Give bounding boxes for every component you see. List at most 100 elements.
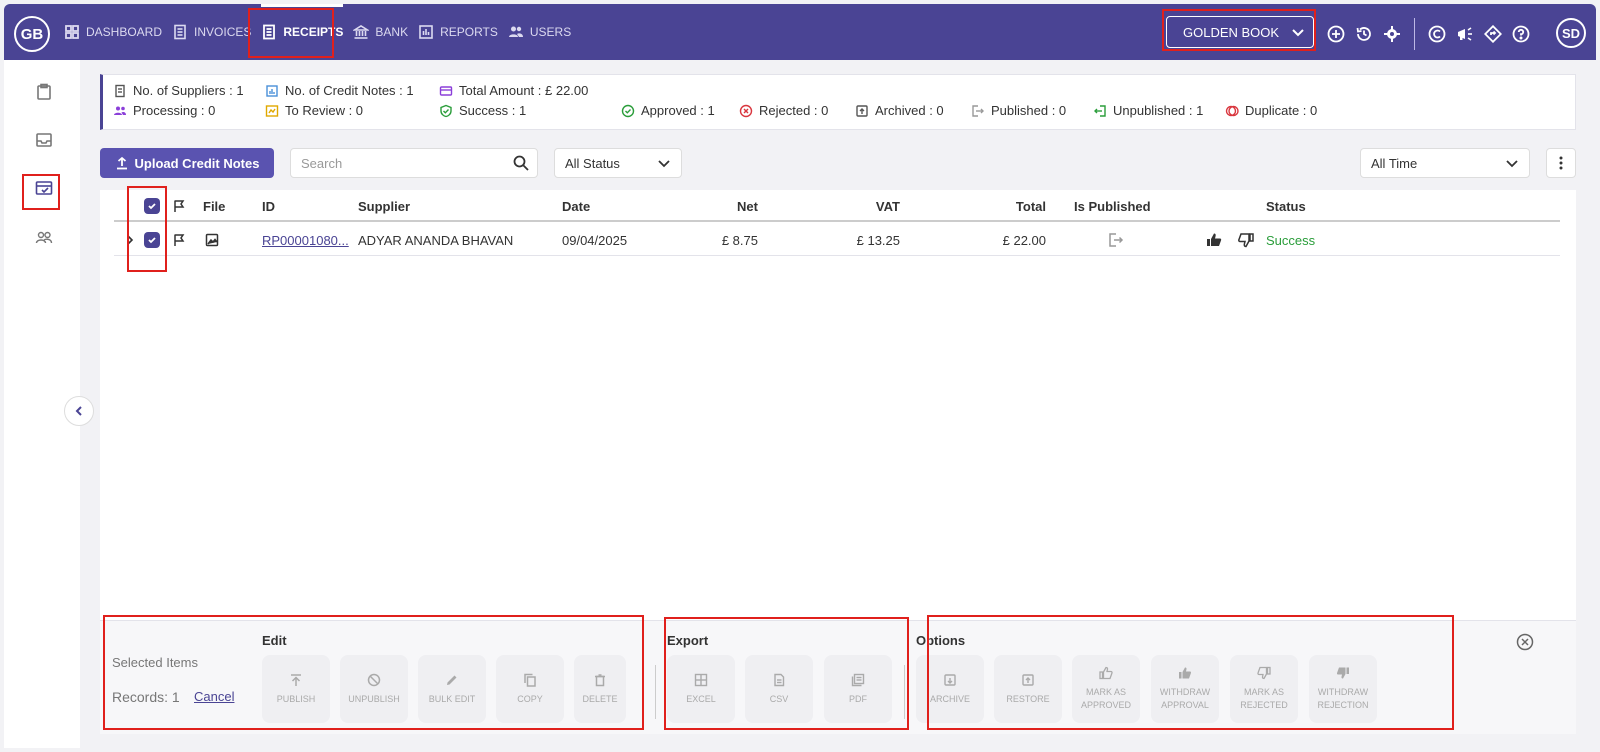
duplicate-icon	[1225, 105, 1239, 116]
close-icon[interactable]	[1516, 633, 1534, 651]
export-pdf-button[interactable]: PDF	[824, 655, 892, 723]
nav-label: DASHBOARD	[86, 25, 163, 39]
inbox-icon[interactable]	[34, 130, 54, 150]
export-excel-button[interactable]: EXCEL	[667, 655, 735, 723]
col-total[interactable]: Total	[980, 190, 1046, 222]
header-actions	[1326, 18, 1531, 50]
selected-items-label: Selected Items	[112, 655, 198, 670]
summary-panel: No. of Suppliers : 1 No. of Credit Notes…	[100, 74, 1576, 130]
unpublish-icon	[367, 673, 381, 686]
users-icon	[114, 106, 126, 115]
row-checkbox[interactable]	[144, 224, 160, 256]
summary-approved: Approved : 1	[621, 103, 715, 118]
delete-button[interactable]: DELETE	[574, 655, 626, 723]
mark-rejected-button[interactable]: MARK AS REJECTED	[1230, 655, 1298, 723]
check-icon	[148, 203, 156, 210]
restore-button[interactable]: RESTORE	[994, 655, 1062, 723]
publish-button[interactable]: PUBLISH	[262, 655, 330, 723]
company-name: GOLDEN BOOK	[1183, 24, 1280, 40]
nav-users[interactable]: USERS	[508, 4, 571, 60]
nav-bank[interactable]: BANK	[353, 4, 408, 60]
export-csv-button[interactable]: CSV	[745, 655, 813, 723]
upload-credit-notes-button[interactable]: Upload Credit Notes	[100, 148, 274, 178]
check-icon	[148, 237, 156, 244]
summary-published: Published : 0	[971, 103, 1066, 118]
col-supplier[interactable]: Supplier	[358, 190, 410, 222]
help-icon[interactable]	[1511, 24, 1531, 44]
nav-label: BANK	[375, 25, 409, 39]
user-avatar[interactable]: SD	[1556, 18, 1586, 48]
records-count: Records: 1	[112, 689, 180, 705]
more-vertical-icon	[1559, 156, 1563, 170]
more-options-button[interactable]	[1546, 148, 1576, 178]
nav-dashboard[interactable]: DASHBOARD	[64, 4, 162, 60]
expand-row-icon[interactable]	[126, 224, 134, 256]
app-logo[interactable]: GB	[14, 16, 50, 52]
archive-button[interactable]: ARCHIVE	[916, 655, 984, 723]
clipboard-icon[interactable]	[34, 82, 54, 102]
row-net: £ 8.75	[721, 232, 758, 248]
bulk-edit-button[interactable]: BULK EDIT	[418, 655, 486, 723]
thumbs-down-icon[interactable]	[1238, 224, 1254, 256]
nav-label: REPORTS	[440, 25, 498, 39]
search-icon[interactable]	[513, 155, 529, 171]
col-date[interactable]: Date	[562, 190, 590, 222]
selection-action-panel: Selected Items Records: 1 Cancel Edit PU…	[100, 620, 1576, 734]
table-row[interactable]: RP00001080... ADYAR ANANDA BHAVAN 09/04/…	[114, 224, 1560, 256]
megaphone-icon[interactable]	[1455, 24, 1475, 44]
col-is-published[interactable]: Is Published	[1074, 190, 1151, 222]
search-input[interactable]	[301, 155, 481, 171]
summary-success: Success : 1	[439, 103, 526, 118]
thumbs-up-icon[interactable]	[1206, 224, 1222, 256]
chevron-down-icon	[1292, 29, 1304, 37]
invoice-icon	[174, 24, 186, 40]
unpublish-button[interactable]: UNPUBLISH	[340, 655, 408, 723]
col-net[interactable]: Net	[688, 190, 758, 222]
group-divider	[904, 665, 905, 719]
withdraw-rejection-button[interactable]: WITHDRAW REJECTION	[1309, 655, 1377, 723]
copy-button[interactable]: COPY	[496, 655, 564, 723]
time-filter-dropdown[interactable]: All Time	[1360, 148, 1530, 178]
add-icon[interactable]	[1326, 24, 1346, 44]
gear-icon[interactable]	[1382, 24, 1402, 44]
people-icon[interactable]	[34, 228, 54, 248]
status-filter-dropdown[interactable]: All Status	[554, 148, 682, 178]
thumbs-down-icon	[1336, 667, 1349, 679]
company-dropdown[interactable]: GOLDEN BOOK	[1166, 16, 1314, 48]
withdraw-approval-button[interactable]: WITHDRAW APPROVAL	[1151, 655, 1219, 723]
nav-receipts[interactable]: RECEIPTS	[261, 4, 344, 60]
search-box	[290, 148, 538, 178]
directions-icon[interactable]	[1483, 24, 1503, 44]
image-icon[interactable]	[205, 224, 219, 256]
nav-invoices[interactable]: INVOICES	[172, 4, 251, 60]
history-icon[interactable]	[1354, 24, 1374, 44]
trash-icon	[595, 673, 605, 686]
nav-label: RECEIPTS	[283, 25, 344, 39]
group-divider	[655, 665, 656, 719]
publish-icon	[291, 673, 301, 686]
summary-rejected: Rejected : 0	[739, 103, 828, 118]
currency-icon[interactable]	[1427, 24, 1447, 44]
collapse-sidebar-button[interactable]	[64, 396, 94, 426]
credit-card-check-icon[interactable]	[34, 178, 54, 198]
col-vat[interactable]: VAT	[830, 190, 900, 222]
flag-icon[interactable]	[172, 190, 186, 222]
cancel-selection-link[interactable]: Cancel	[194, 689, 234, 704]
thumbs-down-outline-icon	[1257, 667, 1271, 680]
restore-icon	[1022, 674, 1034, 686]
row-id-link[interactable]: RP00001080...	[262, 224, 349, 256]
archive-icon	[944, 674, 956, 686]
mark-approved-button[interactable]: MARK AS APPROVED	[1072, 655, 1140, 723]
flag-icon[interactable]	[172, 224, 186, 256]
nav-reports[interactable]: REPORTS	[418, 4, 498, 60]
select-all-checkbox[interactable]	[144, 190, 160, 222]
col-id[interactable]: ID	[262, 190, 275, 222]
col-file[interactable]: File	[203, 190, 225, 222]
publish-icon	[972, 104, 984, 117]
col-status[interactable]: Status	[1266, 190, 1306, 222]
document-icon	[774, 673, 785, 686]
archive-icon	[856, 104, 868, 117]
bank-icon	[353, 25, 370, 39]
publish-icon[interactable]	[1108, 224, 1124, 256]
summary-credit-notes: No. of Credit Notes : 1	[265, 83, 414, 98]
